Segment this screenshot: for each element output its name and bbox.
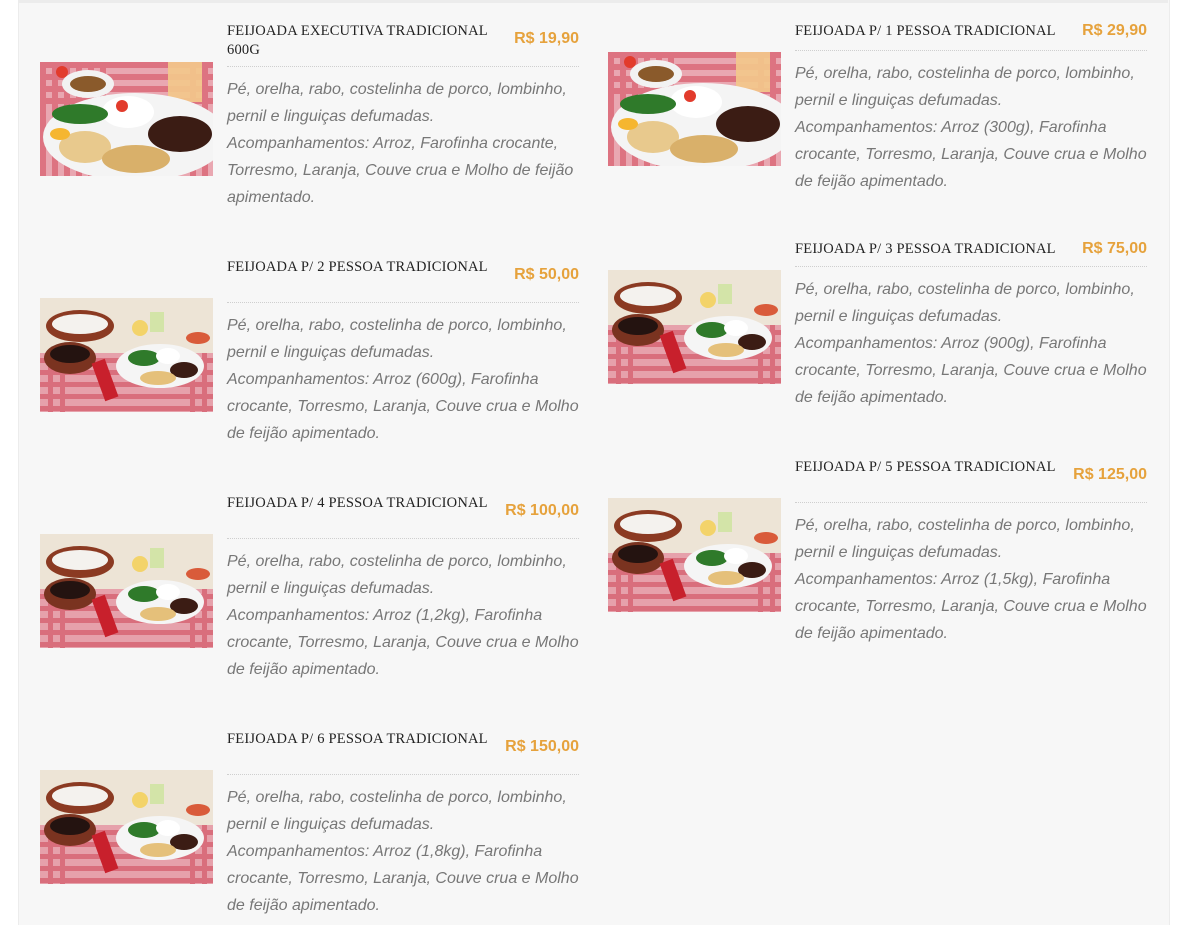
item-header: FEIJOADA EXECUTIVA TRADICIONAL 600g R$ 1…: [227, 22, 579, 62]
item-name: FEIJOADA P/ 1 PESSOA TRADICIONAL: [795, 23, 1056, 39]
item-divider: [795, 502, 1147, 503]
item-divider: [227, 66, 579, 67]
item-name: FEIJOADA EXECUTIVA TRADICIONAL 600g: [227, 23, 488, 58]
item-price: R$ 100,00: [505, 502, 579, 519]
feijoada-spread-image: [40, 298, 213, 412]
item-divider: [795, 266, 1147, 267]
food-photo: [40, 770, 213, 884]
item-name: FEIJOADA P/ 5 PESSOA TRADICIONAL: [795, 459, 1056, 475]
item-description: Pé, orelha, rabo, costelinha de porco, l…: [795, 281, 1147, 406]
feijoada-spread-image: [40, 770, 213, 884]
item-divider: [227, 302, 579, 303]
item-divider: [227, 538, 579, 539]
item-price: R$ 19,90: [514, 30, 579, 47]
item-description: Pé, orelha, rabo, costelinha de porco, l…: [227, 789, 579, 914]
feijoada-plate-image: [608, 52, 781, 166]
food-photo: [608, 52, 781, 166]
item-info: FEIJOADA P/ 2 PESSOA TRADICIONAL R$ 50,0…: [227, 258, 579, 447]
feijoada-spread-image: [608, 270, 781, 384]
item-price: R$ 150,00: [505, 738, 579, 755]
item-name: FEIJOADA P/ 6 PESSOA TRADICIONAL: [227, 731, 488, 747]
item-header: FEIJOADA P/ 1 PESSOA TRADICIONAL R$ 29,9…: [795, 22, 1147, 62]
food-photo: [40, 534, 213, 648]
item-info: FEIJOADA P/ 6 PESSOA TRADICIONAL R$ 150,…: [227, 730, 579, 919]
item-header: FEIJOADA P/ 2 PESSOA TRADICIONAL R$ 50,0…: [227, 258, 579, 298]
item-header: FEIJOADA P/ 3 PESSOA TRADICIONAL R$ 75,0…: [795, 240, 1147, 262]
item-name: FEIJOADA P/ 2 PESSOA TRADICIONAL: [227, 259, 488, 275]
food-photo: [40, 62, 213, 176]
item-price: R$ 50,00: [514, 266, 579, 283]
top-divider: [18, 0, 1168, 3]
item-header: FEIJOADA P/ 6 PESSOA TRADICIONAL R$ 150,…: [227, 730, 579, 770]
item-info: FEIJOADA P/ 3 PESSOA TRADICIONAL R$ 75,0…: [795, 240, 1147, 411]
item-name: FEIJOADA P/ 4 PESSOA TRADICIONAL: [227, 495, 488, 511]
item-info: FEIJOADA P/ 5 PESSOA TRADICIONAL R$ 125,…: [795, 458, 1147, 647]
item-price: R$ 29,90: [1082, 22, 1147, 39]
item-description: Pé, orelha, rabo, costelinha de porco, l…: [227, 81, 574, 206]
item-description: Pé, orelha, rabo, costelinha de porco, l…: [227, 317, 579, 442]
item-description: Pé, orelha, rabo, costelinha de porco, l…: [795, 517, 1147, 642]
food-photo: [608, 270, 781, 384]
feijoada-plate-image: [40, 62, 213, 176]
item-description: Pé, orelha, rabo, costelinha de porco, l…: [795, 65, 1147, 190]
food-photo: [40, 298, 213, 412]
item-name: FEIJOADA P/ 3 PESSOA TRADICIONAL: [795, 241, 1056, 257]
item-info: FEIJOADA P/ 1 PESSOA TRADICIONAL R$ 29,9…: [795, 22, 1147, 195]
item-info: FEIJOADA P/ 4 PESSOA TRADICIONAL R$ 100,…: [227, 494, 579, 683]
item-price: R$ 125,00: [1073, 466, 1147, 483]
item-price: R$ 75,00: [1082, 240, 1147, 257]
item-divider: [227, 774, 579, 775]
feijoada-spread-image: [40, 534, 213, 648]
item-header: FEIJOADA P/ 4 PESSOA TRADICIONAL R$ 100,…: [227, 494, 579, 534]
item-description: Pé, orelha, rabo, costelinha de porco, l…: [227, 553, 579, 678]
item-header: FEIJOADA P/ 5 PESSOA TRADICIONAL R$ 125,…: [795, 458, 1147, 498]
feijoada-spread-image: [608, 498, 781, 612]
food-photo: [608, 498, 781, 612]
item-info: FEIJOADA EXECUTIVA TRADICIONAL 600g R$ 1…: [227, 22, 579, 211]
